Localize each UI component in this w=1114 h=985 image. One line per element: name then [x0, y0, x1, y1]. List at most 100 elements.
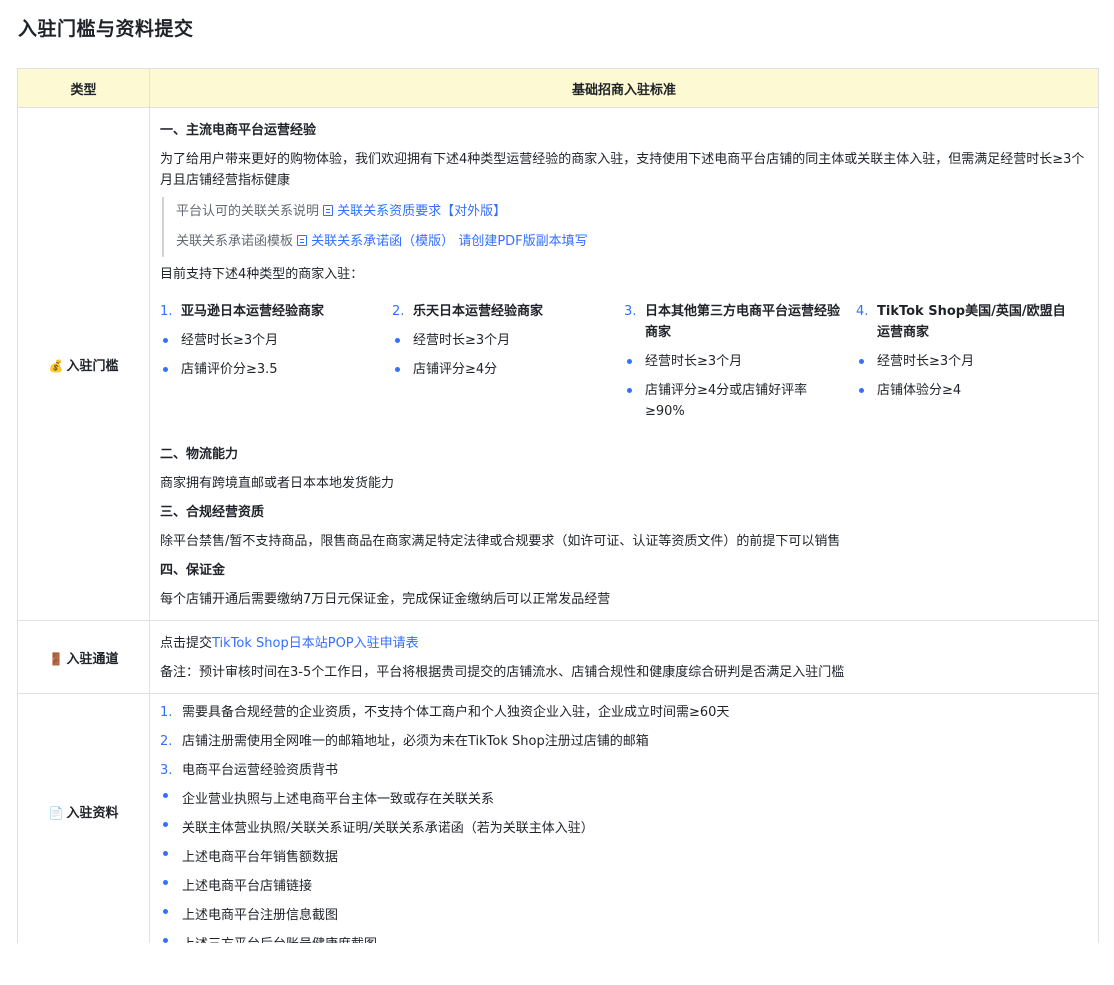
merchant-type-column: 4. TikTok Shop美国/英国/欧盟自运营商家经营时长≥3个月 店铺体验分≥…: [856, 297, 1088, 430]
list-item-text: 上述三方平台后台账号健康度截图: [182, 930, 377, 943]
doc-icon: [297, 235, 308, 246]
table-header-row: 类型 基础招商入驻标准: [18, 69, 1098, 108]
merchant-type-columns: 1. 亚马逊日本运营经验商家经营时长≥3个月店铺评价分≥3.5 2. 乐天日本运营经验…: [160, 297, 1088, 430]
merchant-type-column: 1. 亚马逊日本运营经验商家经营时长≥3个月店铺评价分≥3.5: [160, 297, 392, 430]
list-item: 店铺评分≥4分: [392, 359, 612, 380]
merchant-type-title: 3. 日本其他第三方电商平台运营经验商家: [624, 301, 844, 343]
merchant-type-name: 日本其他第三方电商平台运营经验商家: [645, 304, 841, 340]
quote-line: 关联关系承诺函模板 关联关系承诺函（模版） 请创建PDF版副本填写: [176, 227, 1088, 257]
header-type: 类型: [18, 69, 150, 108]
list-item-text: 企业营业执照与上述电商平台主体一致或存在关联关系: [182, 792, 495, 807]
list-item: 上述电商平台注册信息截图: [160, 901, 1088, 930]
merchant-type-name: 亚马逊日本运营经验商家: [181, 304, 325, 319]
create-pdf-link[interactable]: 请创建PDF版副本填写: [458, 234, 587, 249]
document-icon: 📄: [48, 806, 64, 820]
list-item: 经营时长≥3个月: [160, 330, 380, 351]
link-text: 关联关系资质要求【对外版】: [337, 204, 507, 219]
list-item-text: 上述电商平台店铺链接: [182, 879, 313, 894]
link-text: 关联关系承诺函（模版）: [311, 234, 455, 249]
list-item-text: 需要具备合规经营的企业资质，不支持个体工商户和个人独资企业入驻，企业成立时间需≥…: [182, 705, 730, 720]
bullet-icon: [160, 814, 182, 843]
table-row: 🚪 入驻通道 点击提交TikTok Shop日本站POP入驻申请表 备注：预计审核…: [18, 620, 1098, 694]
list-number: 1.: [160, 304, 173, 319]
merchant-type-title: 4. TikTok Shop美国/英国/欧盟自运营商家: [856, 301, 1076, 343]
list-item: 经营时长≥3个月: [624, 351, 844, 372]
bullet-icon: [392, 330, 413, 351]
type-label: 入驻资料: [66, 806, 119, 821]
list-item-text: 店铺评分≥4分或店铺好评率≥90%: [645, 383, 808, 419]
list-item-text: 经营时长≥3个月: [645, 354, 743, 369]
application-form-link[interactable]: TikTok Shop日本站POP入驻申请表: [212, 636, 419, 651]
type-label: 入驻通道: [66, 651, 119, 667]
list-item: 店铺评价分≥3.5: [160, 359, 380, 380]
list-number: 1.: [160, 705, 173, 720]
merchant-type-title: 2. 乐天日本运营经验商家: [392, 301, 612, 322]
bullet-icon: [856, 351, 877, 372]
page-title: 入驻门槛与资料提交: [18, 18, 194, 40]
list-item: 上述电商平台年销售额数据: [160, 843, 1088, 872]
bullet-icon: [160, 901, 182, 930]
quote-prefix: 关联关系承诺函模板: [176, 234, 294, 249]
doc-icon: [323, 205, 334, 216]
bullet-icon: [624, 380, 645, 422]
content-cell-threshold: 一、主流电商平台运营经验 为了给用户带来更好的购物体验，我们欢迎拥有下述4种类型…: [149, 107, 1098, 621]
content-cell-channel: 点击提交TikTok Shop日本站POP入驻申请表 备注：预计审核时间在3-5…: [149, 620, 1098, 694]
list-number: 2.: [392, 304, 405, 319]
list-item: 经营时长≥3个月: [856, 351, 1076, 372]
list-item: 企业营业执照与上述电商平台主体一致或存在关联关系: [160, 785, 1088, 814]
section-text: 为了给用户带来更好的购物体验，我们欢迎拥有下述4种类型运营经验的商家入驻，支持使…: [160, 152, 1085, 188]
list-number: 3.: [160, 763, 173, 778]
bullet-icon: [160, 872, 182, 901]
channel-note: 备注：预计审核时间在3-5个工作日，平台将根据贵司提交的店铺流水、店铺合规性和健…: [160, 665, 845, 680]
bullet-icon: [160, 359, 181, 380]
money-bag-icon: 💰: [48, 358, 64, 373]
type-cell-threshold: 💰 入驻门槛: [18, 107, 150, 621]
list-item: 3. 电商平台运营经验资质背书: [160, 756, 1088, 785]
quote-block: 平台认可的关联关系说明 关联关系资质要求【对外版】 关联关系承诺函模板 关联关系…: [162, 197, 1088, 257]
list-item-text: 电商平台运营经验资质背书: [182, 763, 339, 778]
bullet-icon: [624, 351, 645, 372]
quote-line: 平台认可的关联关系说明 关联关系资质要求【对外版】: [176, 197, 1088, 227]
bullet-icon: [160, 843, 182, 872]
section-heading: 二、物流能力: [160, 447, 239, 462]
bullet-icon: [856, 380, 877, 401]
list-number: 3.: [624, 304, 637, 319]
section-text: 商家拥有跨境直邮或者日本本地发货能力: [160, 476, 395, 491]
list-item-text: 经营时长≥3个月: [413, 333, 511, 348]
section-text: 每个店铺开通后需要缴纳7万日元保证金，完成保证金缴纳后可以正常发品经营: [160, 592, 611, 607]
bullet-icon: [160, 330, 181, 351]
section-text: 除平台禁售/暂不支持商品，限售商品在商家满足特定法律或合规要求（如许可证、认证等…: [160, 534, 841, 549]
list-item-text: 店铺体验分≥4: [877, 383, 962, 398]
list-item: 店铺评分≥4分或店铺好评率≥90%: [624, 380, 844, 422]
list-number: 4.: [856, 304, 869, 319]
section-heading: 三、合规经营资质: [160, 505, 265, 520]
relation-requirement-doc-link[interactable]: 关联关系资质要求【对外版】: [323, 204, 506, 219]
type-cell-channel: 🚪 入驻通道: [18, 620, 150, 694]
list-item-text: 店铺评价分≥3.5: [181, 362, 278, 377]
list-item-text: 关联主体营业执照/关联关系证明/关联关系承诺函（若为关联主体入驻）: [182, 821, 594, 836]
list-item: 1. 需要具备合规经营的企业资质，不支持个体工商户和个人独资企业入驻，企业成立时间…: [160, 698, 1088, 727]
list-item-text: 店铺评分≥4分: [413, 362, 498, 377]
channel-prefix: 点击提交: [160, 636, 213, 651]
merchant-type-name: TikTok Shop美国/英国/欧盟自运营商家: [877, 304, 1066, 340]
merchant-type-title: 1. 亚马逊日本运营经验商家: [160, 301, 380, 322]
merchant-type-name: 乐天日本运营经验商家: [413, 304, 544, 319]
quote-prefix: 平台认可的关联关系说明: [176, 204, 320, 219]
bullet-icon: [160, 930, 182, 943]
list-item-text: 经营时长≥3个月: [877, 354, 975, 369]
bullet-icon: [392, 359, 413, 380]
list-item-text: 上述电商平台年销售额数据: [182, 850, 339, 865]
list-item-text: 店铺注册需使用全网唯一的邮箱地址，必须为未在TikTok Shop注册过店铺的邮…: [182, 734, 649, 749]
list-item: 关联主体营业执照/关联关系证明/关联关系承诺函（若为关联主体入驻）: [160, 814, 1088, 843]
list-item: 2. 店铺注册需使用全网唯一的邮箱地址，必须为未在TikTok Shop注册过店铺…: [160, 727, 1088, 756]
bullet-icon: [160, 785, 182, 814]
table-row: 📄 入驻资料 1. 需要具备合规经营的企业资质，不支持个体工商户和个人独资企业入驻，…: [18, 693, 1098, 943]
list-item-text: 上述电商平台注册信息截图: [182, 908, 339, 923]
merchant-type-column: 3. 日本其他第三方电商平台运营经验商家经营时长≥3个月店铺评分≥4分或店铺好评率…: [624, 297, 856, 430]
type-cell-materials: 📄 入驻资料: [18, 693, 150, 943]
section-heading: 一、主流电商平台运营经验: [160, 123, 317, 138]
section-heading: 四、保证金: [160, 563, 226, 578]
commitment-letter-doc-link[interactable]: 关联关系承诺函（模版）: [297, 234, 454, 249]
header-standard: 基础招商入驻标准: [149, 69, 1098, 108]
list-item: 上述电商平台店铺链接: [160, 872, 1088, 901]
